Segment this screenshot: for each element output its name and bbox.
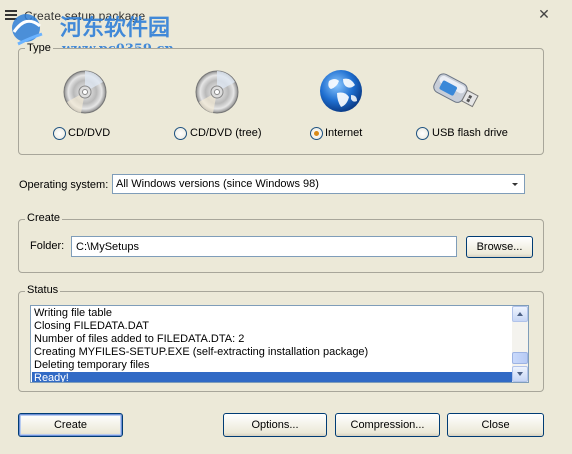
radio-usb-flash-drive[interactable] [416,127,429,140]
folder-label: Folder: [30,240,65,252]
radio-internet[interactable] [310,127,323,140]
list-item: Deleting temporary files [34,359,150,371]
chevron-down-icon[interactable] [507,176,523,192]
option-label-cd-dvd[interactable]: CD/DVD [68,127,110,139]
close-icon[interactable]: ✕ [536,6,552,22]
watermark-title: 河东软件园 [60,16,171,41]
os-label: Operating system: [19,179,109,191]
chevron-up-icon [517,312,523,316]
globe-icon [317,67,365,115]
status-scrollbar[interactable] [512,306,528,382]
scroll-down-button[interactable] [512,366,528,382]
folder-input-field[interactable] [72,237,456,256]
status-group-label: Status [25,284,61,296]
compression-button[interactable]: Compression... [335,413,440,437]
chevron-down-icon [517,372,523,376]
os-select-value: All Windows versions (since Windows 98) [116,178,319,190]
list-item-selected: Ready! [32,372,513,382]
option-label-internet[interactable]: Internet [325,127,362,139]
create-button[interactable]: Create [18,413,123,437]
scroll-thumb[interactable] [512,352,528,364]
radio-cd-dvd[interactable] [53,127,66,140]
create-group-label: Create [25,212,63,224]
list-item: Writing file table [34,307,113,319]
type-group-label: Type [25,42,53,54]
list-item: Closing FILEDATA.DAT [34,320,149,332]
options-button[interactable]: Options... [223,413,327,437]
close-button[interactable]: Close [447,413,544,437]
option-label-cd-dvd-tree[interactable]: CD/DVD (tree) [190,127,262,139]
os-select[interactable]: All Windows versions (since Windows 98) [112,174,525,194]
cd-dvd-icon [61,68,109,116]
status-log-list[interactable]: Writing file table Closing FILEDATA.DAT … [30,305,529,383]
cd-dvd-tree-icon [193,68,241,116]
list-item: Creating MYFILES-SETUP.EXE (self-extract… [34,346,369,358]
scroll-up-button[interactable] [512,306,528,322]
radio-cd-dvd-tree[interactable] [174,127,187,140]
browse-button[interactable]: Browse... [466,236,533,258]
folder-input[interactable] [71,236,457,257]
list-item: Number of files added to FILEDATA.DTA: 2 [34,333,245,345]
option-label-usb-flash-drive[interactable]: USB flash drive [432,127,508,139]
usb-drive-icon [428,66,479,114]
